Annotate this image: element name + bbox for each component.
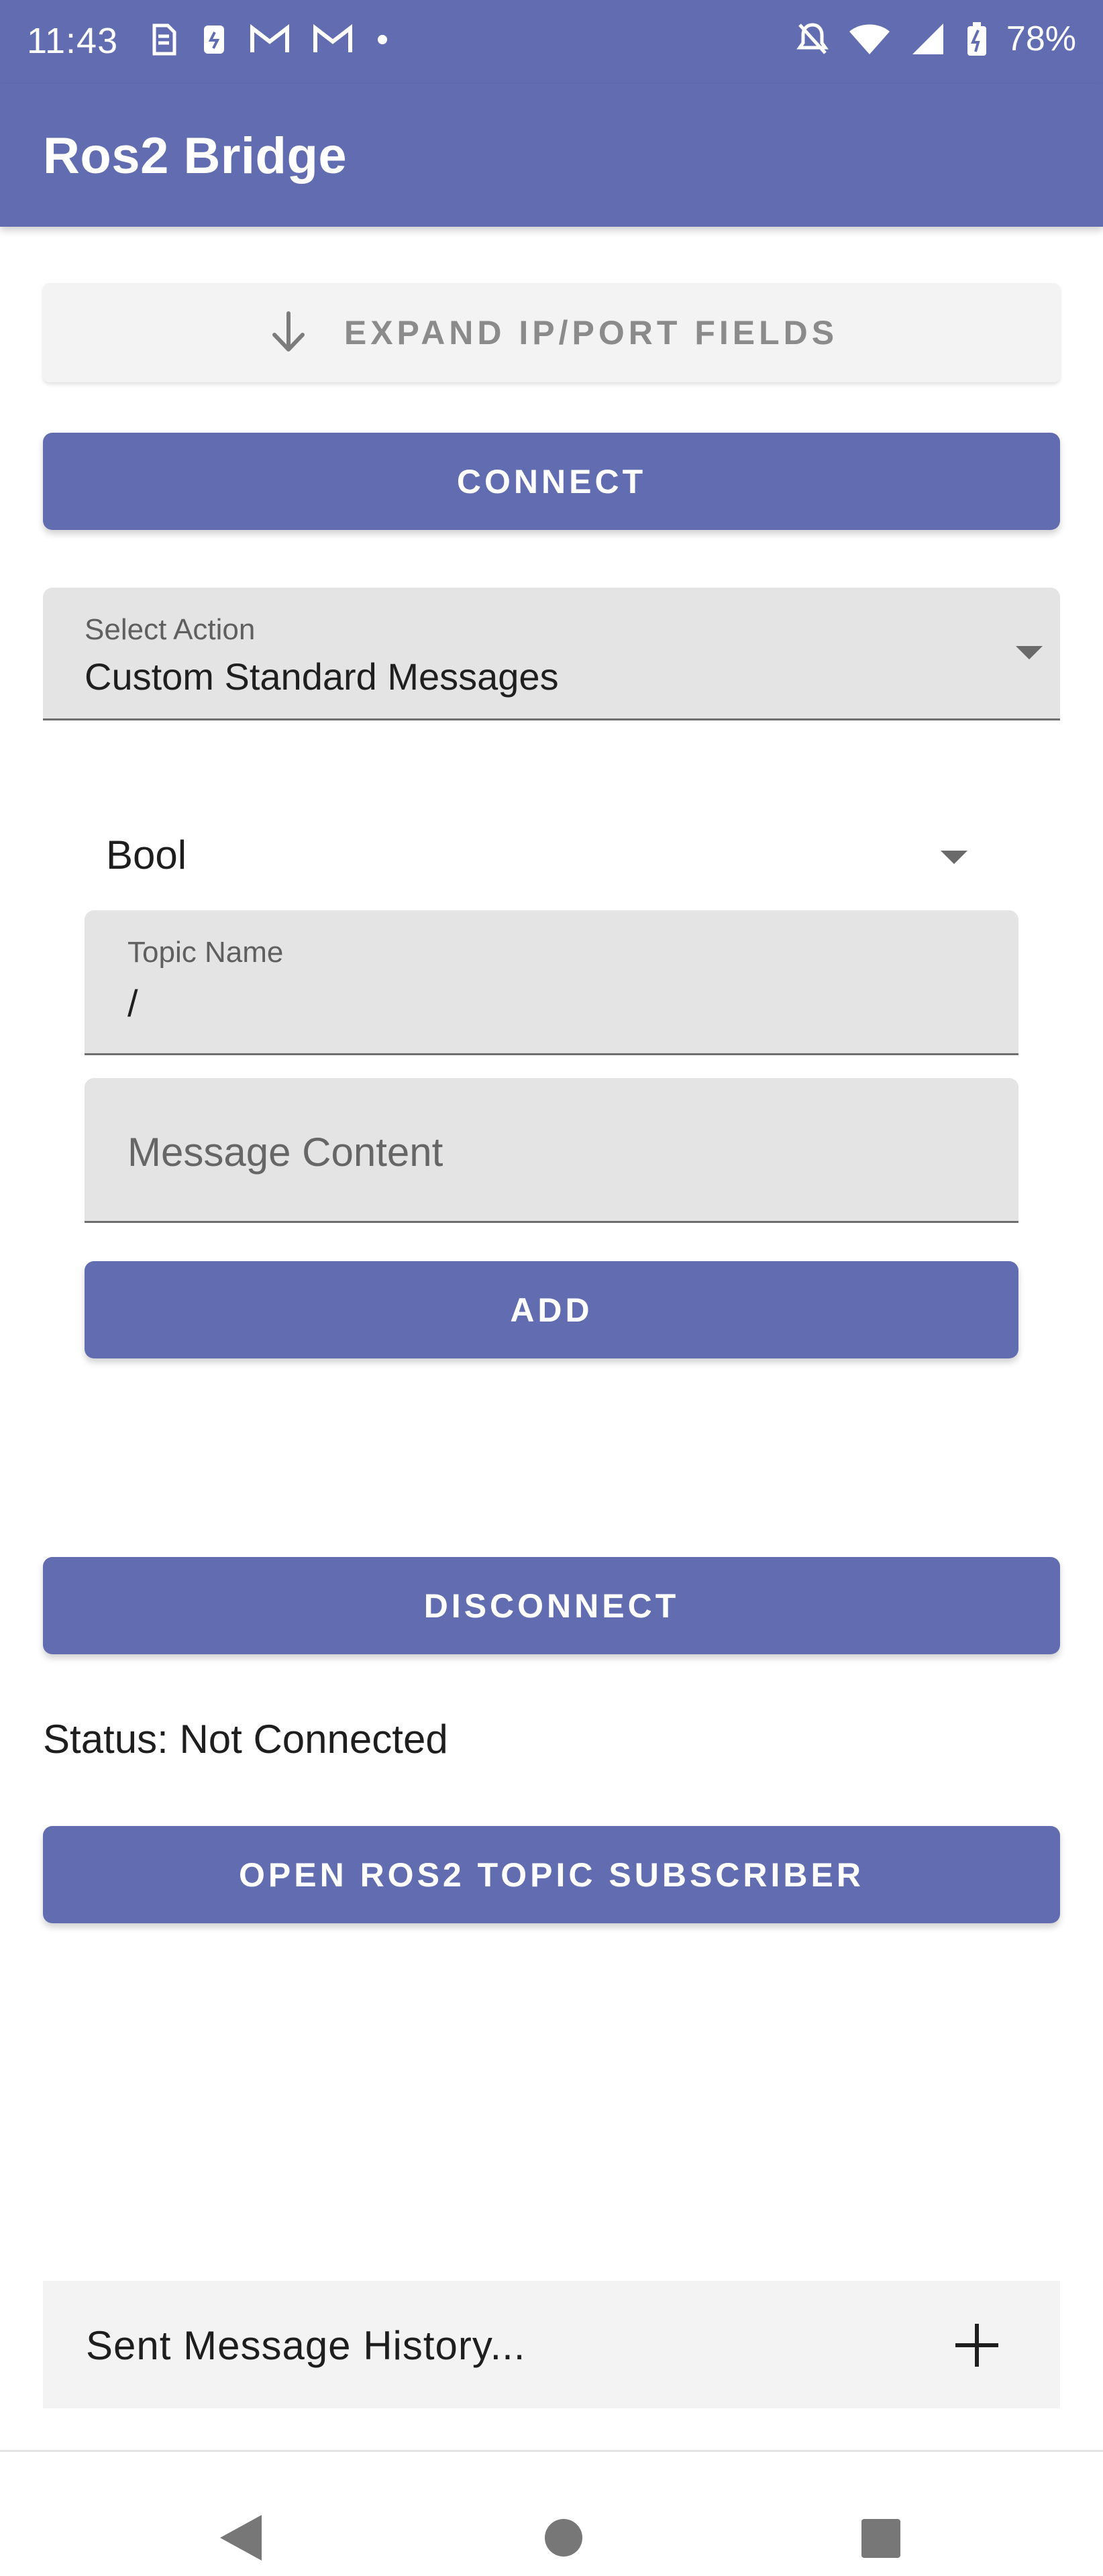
- notification-icons: [149, 23, 389, 56]
- dot-icon: [378, 35, 387, 44]
- signal-icon: [912, 23, 943, 54]
- connect-button-label: CONNECT: [456, 462, 647, 500]
- subscriber-button-label: OPEN ROS2 TOPIC SUBSCRIBER: [238, 1856, 864, 1894]
- app-title: Ros2 Bridge: [43, 127, 348, 184]
- app-screen: 11:43 78% Ros2 Bridge EXPAND IP/PORT FIE…: [0, 0, 1103, 2576]
- expand-plus-icon[interactable]: [955, 2324, 998, 2367]
- navigation-bar: [0, 2450, 1103, 2576]
- connection-status: Status: Not Connected: [43, 1717, 448, 1762]
- app-bar: Ros2 Bridge: [0, 84, 1103, 227]
- status-time: 11:43: [27, 21, 119, 61]
- message-type-value: Bool: [106, 833, 187, 877]
- select-action-label: Select Action: [85, 613, 256, 646]
- home-icon[interactable]: [545, 2519, 582, 2557]
- select-action-value: Custom Standard Messages: [85, 655, 559, 698]
- topic-name-field[interactable]: Topic Name /: [85, 910, 1018, 1055]
- wifi-icon: [849, 24, 890, 54]
- topic-name-label: Topic Name: [127, 936, 284, 969]
- disconnect-button[interactable]: DISCONNECT: [43, 1557, 1060, 1654]
- battery-icon: [967, 22, 986, 56]
- system-icons: 78%: [796, 19, 1076, 59]
- expand-button-label: EXPAND IP/PORT FIELDS: [344, 314, 839, 352]
- expand-ip-port-button[interactable]: EXPAND IP/PORT FIELDS: [43, 283, 1060, 382]
- select-action-dropdown[interactable]: Select Action Custom Standard Messages: [43, 588, 1060, 720]
- app-icon: [204, 25, 224, 54]
- sim-icon: [152, 23, 176, 56]
- arrow-down-icon: [265, 309, 312, 356]
- add-button-label: ADD: [510, 1291, 593, 1329]
- recents-icon[interactable]: [861, 2519, 900, 2558]
- add-button[interactable]: ADD: [85, 1261, 1018, 1358]
- back-icon[interactable]: [220, 2515, 262, 2561]
- gmail-icon: [313, 24, 352, 52]
- topic-name-value: /: [127, 982, 138, 1024]
- disconnect-button-label: DISCONNECT: [423, 1587, 680, 1625]
- gmail-icon: [250, 24, 289, 52]
- message-content-placeholder: Message Content: [127, 1130, 443, 1175]
- open-subscriber-button[interactable]: OPEN ROS2 TOPIC SUBSCRIBER: [43, 1826, 1060, 1923]
- message-content-field[interactable]: Message Content: [85, 1078, 1018, 1223]
- mute-icon: [796, 23, 829, 54]
- sent-message-history-panel[interactable]: Sent Message History...: [43, 2281, 1060, 2408]
- battery-percent: 78%: [1006, 19, 1076, 58]
- status-bar: 11:43 78%: [0, 0, 1103, 84]
- connect-button[interactable]: CONNECT: [43, 433, 1060, 530]
- dropdown-arrow-icon: [1016, 646, 1043, 659]
- message-type-spinner[interactable]: Bool: [85, 824, 984, 891]
- dropdown-arrow-icon: [941, 851, 967, 864]
- history-label: Sent Message History...: [86, 2323, 526, 2368]
